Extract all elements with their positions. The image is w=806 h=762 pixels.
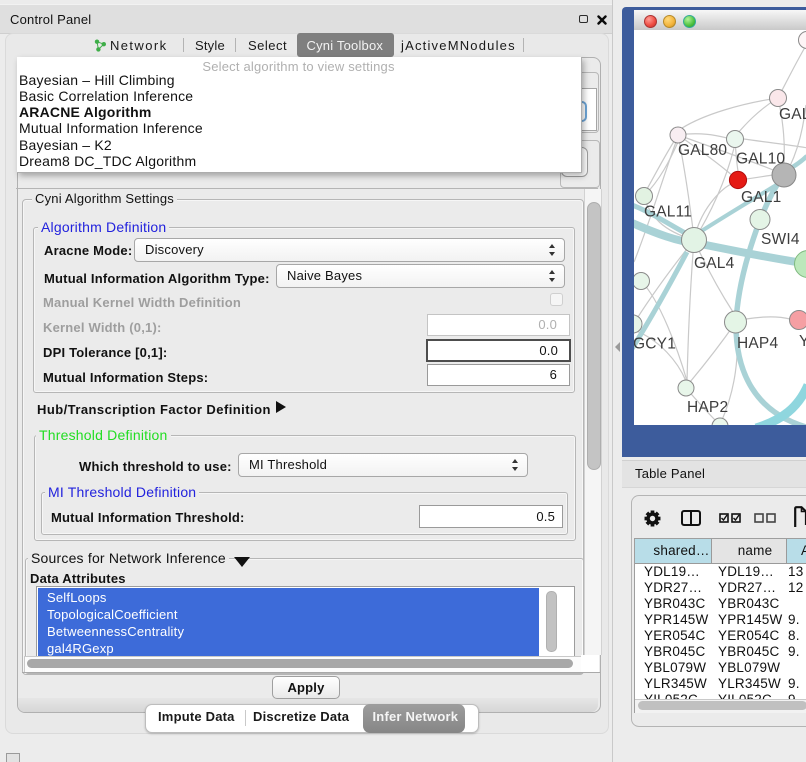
svg-text:GAL80: GAL80 xyxy=(678,142,727,159)
svg-text:HAP4: HAP4 xyxy=(737,335,778,352)
svg-text:GAL80: GAL80 xyxy=(779,106,806,123)
svg-text:HAP2: HAP2 xyxy=(687,399,728,416)
svg-text:GAL10: GAL10 xyxy=(736,151,785,168)
svg-text:GAL11: GAL11 xyxy=(644,204,692,221)
svg-text:GCY1: GCY1 xyxy=(634,336,676,353)
svg-text:YE: YE xyxy=(799,333,806,350)
svg-text:SWI4: SWI4 xyxy=(761,231,800,248)
svg-text:GAL4: GAL4 xyxy=(694,255,735,272)
svg-text:GAL1: GAL1 xyxy=(741,189,781,206)
